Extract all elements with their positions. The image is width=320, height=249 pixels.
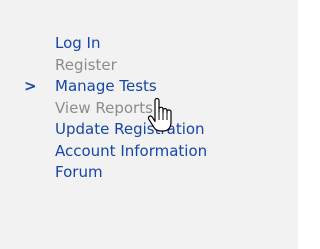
menu-item-label: View Reports — [55, 98, 153, 117]
menu-item-label[interactable]: Log In — [55, 33, 101, 55]
menu-item-forum[interactable]: Forum — [22, 162, 207, 184]
menu-item-label[interactable]: Update Registration — [55, 119, 205, 141]
menu-item-label[interactable]: Account Information — [55, 141, 207, 163]
menu-item-account-information[interactable]: Account Information — [22, 141, 207, 163]
menu-item-manage-tests[interactable]: > Manage Tests — [22, 76, 207, 98]
active-marker-icon: > — [24, 77, 37, 95]
menu-item-label[interactable]: Forum — [55, 162, 103, 184]
menu-item-label[interactable]: Manage Tests — [55, 76, 157, 98]
side-menu-panel: Log In Register > Manage Tests View Repo… — [0, 0, 298, 249]
menu-item-label: Register — [55, 55, 117, 74]
menu-item-log-in[interactable]: Log In — [22, 33, 207, 55]
menu-item-register: Register — [22, 55, 207, 77]
hand-pointer-icon — [147, 98, 172, 132]
